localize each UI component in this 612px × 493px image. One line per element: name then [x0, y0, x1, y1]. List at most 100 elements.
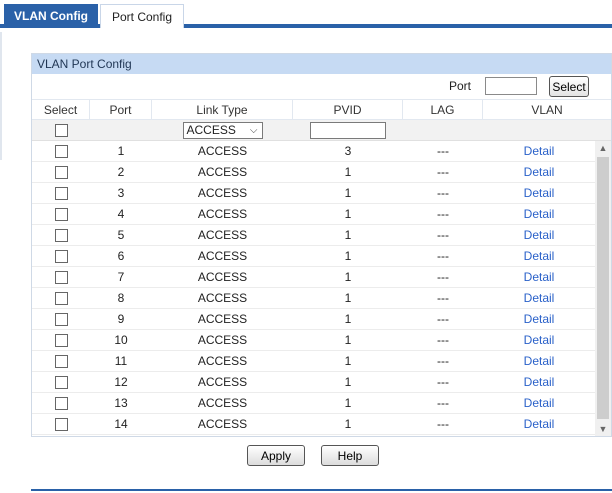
- tab-vlan-config[interactable]: VLAN Config: [4, 4, 98, 28]
- vlan-detail-link[interactable]: Detail: [524, 228, 555, 242]
- pvid-cell: 1: [344, 375, 352, 389]
- vertical-scrollbar[interactable]: ▲ ▼: [595, 141, 611, 436]
- vlan-detail-link[interactable]: Detail: [524, 396, 555, 410]
- vlan-detail-link[interactable]: Detail: [524, 165, 555, 179]
- port-cell: 8: [117, 291, 125, 305]
- tab-bar: VLAN Config Port Config: [0, 0, 612, 28]
- row-select-checkbox[interactable]: [54, 333, 68, 347]
- table-row: 2 ACCESS 1 --- Detail: [32, 162, 595, 183]
- port-cell: 10: [114, 333, 128, 347]
- lag-cell: ---: [437, 396, 449, 410]
- link-type-cell: ACCESS: [197, 375, 248, 389]
- link-type-cell: ACCESS: [197, 207, 248, 221]
- table-body-scroll[interactable]: 1 ACCESS 3 --- Detail 2 ACCESS 1 --- Detail 3 ACCES…: [32, 141, 611, 436]
- lag-cell: ---: [437, 228, 449, 242]
- port-cell: 13: [114, 396, 128, 410]
- vlan-detail-link[interactable]: Detail: [524, 417, 555, 431]
- pvid-cell: 1: [344, 333, 352, 347]
- vlan-detail-link[interactable]: Detail: [524, 249, 555, 263]
- link-type-cell: ACCESS: [197, 186, 248, 200]
- link-type-cell: ACCESS: [197, 354, 248, 368]
- table-row: 13 ACCESS 1 --- Detail: [32, 393, 595, 414]
- apply-button[interactable]: Apply: [247, 445, 305, 466]
- table-row: 10 ACCESS 1 --- Detail: [32, 330, 595, 351]
- link-type-cell: ACCESS: [197, 270, 248, 284]
- port-cell: 5: [117, 228, 125, 242]
- table-row: 9 ACCESS 1 --- Detail: [32, 309, 595, 330]
- table-header: Select Port Link Type PVID LAG VLAN: [32, 99, 611, 120]
- link-type-cell: ACCESS: [197, 333, 248, 347]
- pvid-cell: 1: [344, 354, 352, 368]
- link-type-cell: ACCESS: [197, 396, 248, 410]
- port-cell: 6: [117, 249, 125, 263]
- port-cell: 12: [114, 375, 128, 389]
- vlan-detail-link[interactable]: Detail: [524, 291, 555, 305]
- port-cell: 3: [117, 186, 125, 200]
- row-select-checkbox[interactable]: [54, 144, 68, 158]
- port-cell: 4: [117, 207, 125, 221]
- port-search-input[interactable]: [485, 77, 537, 95]
- port-cell: 1: [117, 144, 125, 158]
- pvid-cell: 1: [344, 291, 352, 305]
- table-row: 14 ACCESS 1 --- Detail: [32, 414, 595, 435]
- row-select-checkbox[interactable]: [54, 165, 68, 179]
- lag-cell: ---: [437, 417, 449, 431]
- row-select-checkbox[interactable]: [54, 249, 68, 263]
- column-header-lag: LAG: [403, 100, 483, 119]
- scroll-up-arrow-icon[interactable]: ▲: [595, 141, 611, 155]
- row-select-checkbox[interactable]: [54, 354, 68, 368]
- vlan-detail-link[interactable]: Detail: [524, 354, 555, 368]
- scrollbar-thumb[interactable]: [597, 157, 609, 419]
- tab-port-config[interactable]: Port Config: [100, 4, 184, 28]
- row-select-checkbox[interactable]: [54, 228, 68, 242]
- vlan-detail-link[interactable]: Detail: [524, 375, 555, 389]
- column-header-vlan: VLAN: [531, 102, 563, 117]
- vlan-port-config-panel: VLAN Port Config Port Select Select Port…: [31, 53, 612, 437]
- lag-cell: ---: [437, 165, 449, 179]
- table-row: 12 ACCESS 1 --- Detail: [32, 372, 595, 393]
- lag-cell: ---: [437, 291, 449, 305]
- vlan-detail-link[interactable]: Detail: [524, 312, 555, 326]
- filter-row: ACCESS ⌵: [32, 120, 611, 141]
- row-select-checkbox[interactable]: [54, 291, 68, 305]
- bottom-divider: [31, 489, 612, 491]
- port-cell: 14: [114, 417, 128, 431]
- lag-cell: ---: [437, 375, 449, 389]
- row-select-checkbox[interactable]: [54, 396, 68, 410]
- vlan-detail-link[interactable]: Detail: [524, 270, 555, 284]
- link-type-cell: ACCESS: [197, 249, 248, 263]
- lag-cell: ---: [437, 144, 449, 158]
- lag-cell: ---: [437, 207, 449, 221]
- table-row: 8 ACCESS 1 --- Detail: [32, 288, 595, 309]
- table-row: 7 ACCESS 1 --- Detail: [32, 267, 595, 288]
- pvid-cell: 1: [344, 417, 352, 431]
- pvid-filter-input[interactable]: [310, 121, 386, 139]
- row-select-checkbox[interactable]: [54, 312, 68, 326]
- link-type-dropdown[interactable]: ACCESS ⌵: [182, 121, 263, 139]
- vlan-detail-link[interactable]: Detail: [524, 186, 555, 200]
- link-type-cell: ACCESS: [197, 312, 248, 326]
- link-type-cell: ACCESS: [197, 165, 248, 179]
- column-header-port: Port: [90, 100, 152, 119]
- scroll-down-arrow-icon[interactable]: ▼: [595, 422, 611, 436]
- lag-cell: ---: [437, 270, 449, 284]
- vlan-detail-link[interactable]: Detail: [524, 144, 555, 158]
- row-select-checkbox[interactable]: [54, 270, 68, 284]
- port-search-bar: Port Select: [32, 76, 611, 98]
- pvid-cell: 1: [344, 186, 352, 200]
- pvid-cell: 1: [344, 249, 352, 263]
- row-select-checkbox[interactable]: [54, 186, 68, 200]
- row-select-checkbox[interactable]: [54, 207, 68, 221]
- vlan-detail-link[interactable]: Detail: [524, 207, 555, 221]
- port-cell: 9: [117, 312, 125, 326]
- help-button[interactable]: Help: [321, 445, 379, 466]
- lag-cell: ---: [437, 186, 449, 200]
- row-select-checkbox[interactable]: [54, 375, 68, 389]
- port-cell: 11: [114, 354, 128, 368]
- pvid-cell: 1: [344, 228, 352, 242]
- select-button[interactable]: Select: [549, 76, 589, 97]
- row-select-checkbox[interactable]: [54, 417, 68, 431]
- select-all-checkbox[interactable]: [54, 123, 68, 137]
- vlan-detail-link[interactable]: Detail: [524, 333, 555, 347]
- pvid-cell: 1: [344, 270, 352, 284]
